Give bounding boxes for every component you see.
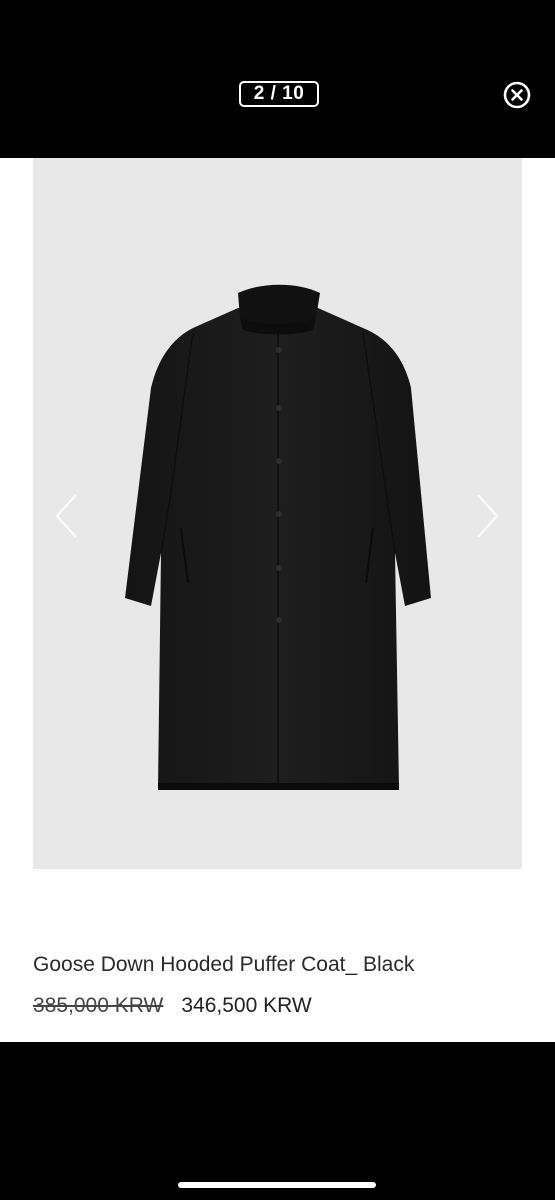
coat-image: [125, 284, 431, 790]
image-counter: 2 / 10: [239, 81, 319, 107]
product-content: Goose Down Hooded Puffer Coat_ Black 385…: [0, 158, 555, 1042]
close-circle-icon: [503, 81, 531, 109]
next-image-button[interactable]: [472, 491, 502, 541]
original-price: 385,000 KRW: [33, 994, 164, 1017]
chevron-left-icon: [55, 494, 77, 538]
viewer-top-bar: 2 / 10: [0, 0, 555, 158]
price-row: 385,000 KRW 346,500 KRW: [33, 994, 312, 1018]
close-button[interactable]: [503, 81, 531, 109]
product-photo[interactable]: [33, 158, 522, 869]
image-viewer-screen: 2 / 10 Goose Down Hooded Puffer Coat_ Bl…: [0, 0, 555, 1200]
viewer-bottom-bar: [0, 1042, 555, 1200]
product-name: Goose Down Hooded Puffer Coat_ Black: [33, 953, 415, 976]
home-indicator[interactable]: [178, 1182, 376, 1188]
previous-image-button[interactable]: [52, 491, 82, 541]
chevron-right-icon: [477, 494, 499, 538]
sale-price: 346,500 KRW: [181, 994, 312, 1017]
